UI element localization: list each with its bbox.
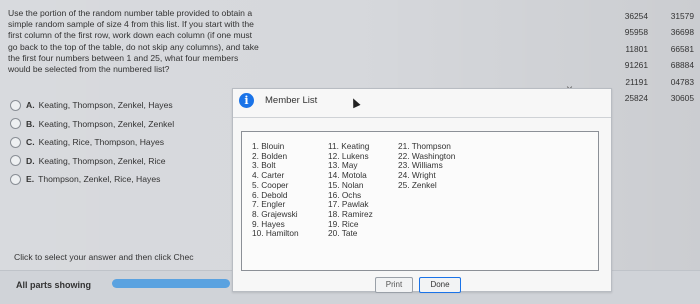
radio-button[interactable]: [10, 118, 21, 130]
option-letter: B.: [26, 118, 35, 129]
done-button[interactable]: Done: [419, 277, 461, 293]
table-cell: 25824: [624, 93, 648, 104]
member-list: 1. Blouin 2. Bolden 3. Bolt 4. Carter 5.…: [241, 131, 599, 271]
table-row: 91261 68884: [610, 57, 694, 73]
option-c[interactable]: C. Keating, Rice, Thompson, Hayes: [10, 133, 220, 152]
table-row: 95958 36698: [610, 24, 694, 40]
table-cell: 66581: [670, 43, 694, 54]
option-b[interactable]: B. Keating, Thompson, Zenkel, Zenkel: [10, 115, 220, 134]
table-row: 25824 30605: [610, 90, 694, 106]
option-letter: A.: [26, 100, 35, 111]
table-cell: 36254: [624, 11, 648, 21]
mouse-cursor-icon: [349, 96, 361, 109]
answer-options: A. Keating, Thompson, Zenkel, Hayes B. K…: [10, 96, 220, 189]
member-column-2: 11. Keating 12. Lukens 13. May 14. Motol…: [328, 141, 373, 239]
table-cell: 36698: [670, 27, 694, 38]
question-line: would be selected from the numbered list…: [8, 64, 170, 75]
member-column-1: 1. Blouin 2. Bolden 3. Bolt 4. Carter 5.…: [252, 141, 299, 239]
table-row: 11801 66581: [610, 41, 694, 57]
parts-label: All parts showing: [16, 280, 92, 290]
table-cell: 68884: [670, 60, 694, 71]
print-button[interactable]: Print: [375, 277, 413, 293]
table-cell: 91261: [624, 60, 648, 71]
table-cell: 04783: [670, 76, 694, 87]
option-text: Keating, Thompson, Zenkel, Zenkel: [38, 118, 175, 129]
question-text: Use the portion of the random number tab…: [8, 8, 308, 75]
question-line: first column of the first row, work down…: [8, 30, 253, 41]
radio-button[interactable]: [10, 173, 21, 185]
list-item: 10. Hamilton: [252, 228, 299, 239]
radio-button[interactable]: [10, 136, 21, 148]
option-text: Thompson, Zenkel, Rice, Hayes: [38, 174, 161, 185]
option-d[interactable]: D. Keating, Thompson, Zenkel, Rice: [10, 152, 220, 171]
dialog-title: Member List: [265, 95, 318, 106]
table-cell: 21191: [625, 76, 648, 87]
member-column-3: 21. Thompson 22. Washington 23. Williams…: [398, 141, 455, 191]
question-line: simple random sample of size 4 from this…: [8, 19, 254, 30]
list-item: 20. Tate: [328, 228, 358, 239]
dialog-header: i Member List: [233, 89, 611, 118]
table-row: 21191 04783: [610, 74, 694, 90]
table-cell: 95958: [624, 27, 648, 38]
question-line: Use the portion of the random number tab…: [8, 8, 253, 18]
option-letter: C.: [26, 137, 35, 148]
option-letter: E.: [26, 174, 35, 185]
option-text: Keating, Rice, Thompson, Hayes: [38, 137, 165, 148]
option-e[interactable]: E. Thompson, Zenkel, Rice, Hayes: [10, 170, 220, 189]
radio-button[interactable]: [10, 99, 21, 111]
random-number-table: 36254 31579 95958 36698 11801 66581 9126…: [610, 8, 694, 106]
progress-bar: [112, 279, 230, 288]
option-text: Keating, Thompson, Zenkel, Hayes: [38, 100, 173, 111]
table-row: 36254 31579: [610, 8, 694, 24]
table-cell: 31579: [670, 11, 694, 21]
table-cell: 11801: [625, 43, 648, 54]
option-letter: D.: [26, 155, 35, 166]
info-icon: i: [239, 93, 254, 108]
member-list-dialog: i Member List 1. Blouin 2. Bolden 3. Bol…: [232, 88, 612, 293]
table-cell: 30605: [670, 93, 694, 104]
question-line: go back to the top of the table, do not …: [8, 41, 259, 52]
radio-button[interactable]: [10, 155, 21, 167]
list-item: 25. Zenkel: [398, 179, 437, 190]
instruction-text: Click to select your answer and then cli…: [14, 252, 194, 262]
option-text: Keating, Thompson, Zenkel, Rice: [38, 155, 166, 166]
question-line: the first four numbers between 1 and 25,…: [8, 52, 239, 63]
option-a[interactable]: A. Keating, Thompson, Zenkel, Hayes: [10, 96, 220, 115]
